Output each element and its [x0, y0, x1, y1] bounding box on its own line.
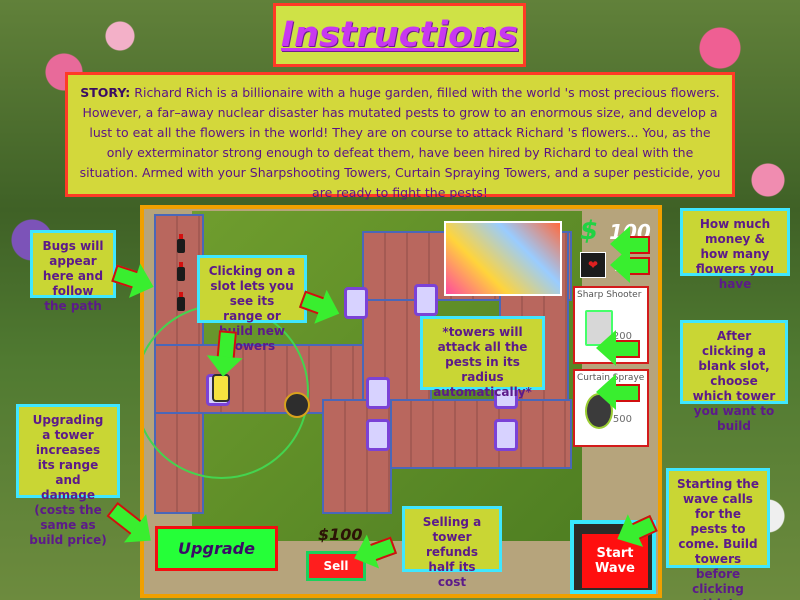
story-box: STORY: Richard Rich is a billionaire wit… [65, 72, 735, 200]
flower-bouquet-image [444, 221, 562, 296]
path-segment [322, 399, 392, 514]
tower-slot[interactable] [344, 287, 368, 319]
arrow-icon [216, 330, 237, 364]
tower-slot[interactable] [366, 419, 390, 451]
note-auto-attack: *towers will attack all the pests in its… [420, 316, 545, 399]
flower-heart-icon: ❤ [580, 252, 606, 278]
bug-icon [177, 262, 185, 281]
story-label: STORY: [80, 85, 131, 100]
note-click-slot: Clicking on a slot lets you see its rang… [197, 255, 307, 353]
tower-slot[interactable] [366, 377, 390, 409]
tower-card-name: Sharp Shooter [577, 290, 642, 300]
note-money: How much money & how many flowers you ha… [680, 208, 790, 291]
note-choose-tower: After clicking a blank slot, choose whic… [680, 320, 788, 433]
tower-card-cost: 500 [612, 414, 632, 425]
note-sell: Selling a tower refunds half its cost [402, 506, 502, 589]
tower-slot[interactable] [414, 284, 438, 316]
story-text: Richard Rich is a billionaire with a hug… [79, 85, 721, 200]
note-bugs-path: Bugs will appear here and follow the pat… [30, 230, 116, 313]
bug-icon [177, 292, 185, 311]
note-upgrade: Upgrading a tower increases its range an… [16, 404, 120, 547]
tower-slot[interactable] [494, 419, 518, 451]
arrow-icon [111, 264, 144, 291]
arrow-icon [610, 340, 640, 358]
arrow-icon [610, 384, 640, 402]
bug-icon [177, 234, 185, 253]
money-symbol-icon: $ [580, 216, 599, 246]
curtain-sprayer-tower[interactable] [284, 392, 310, 418]
upgrade-button[interactable]: Upgrade [155, 526, 278, 571]
page-title: Instructions [281, 15, 518, 55]
title-banner: Instructions [273, 3, 526, 67]
note-start-wave: Starting the wave calls for the pests to… [666, 468, 770, 600]
arrow-icon [624, 257, 650, 275]
sharp-shooter-tower[interactable] [212, 374, 230, 402]
start-wave-label-2: Wave [595, 561, 635, 576]
